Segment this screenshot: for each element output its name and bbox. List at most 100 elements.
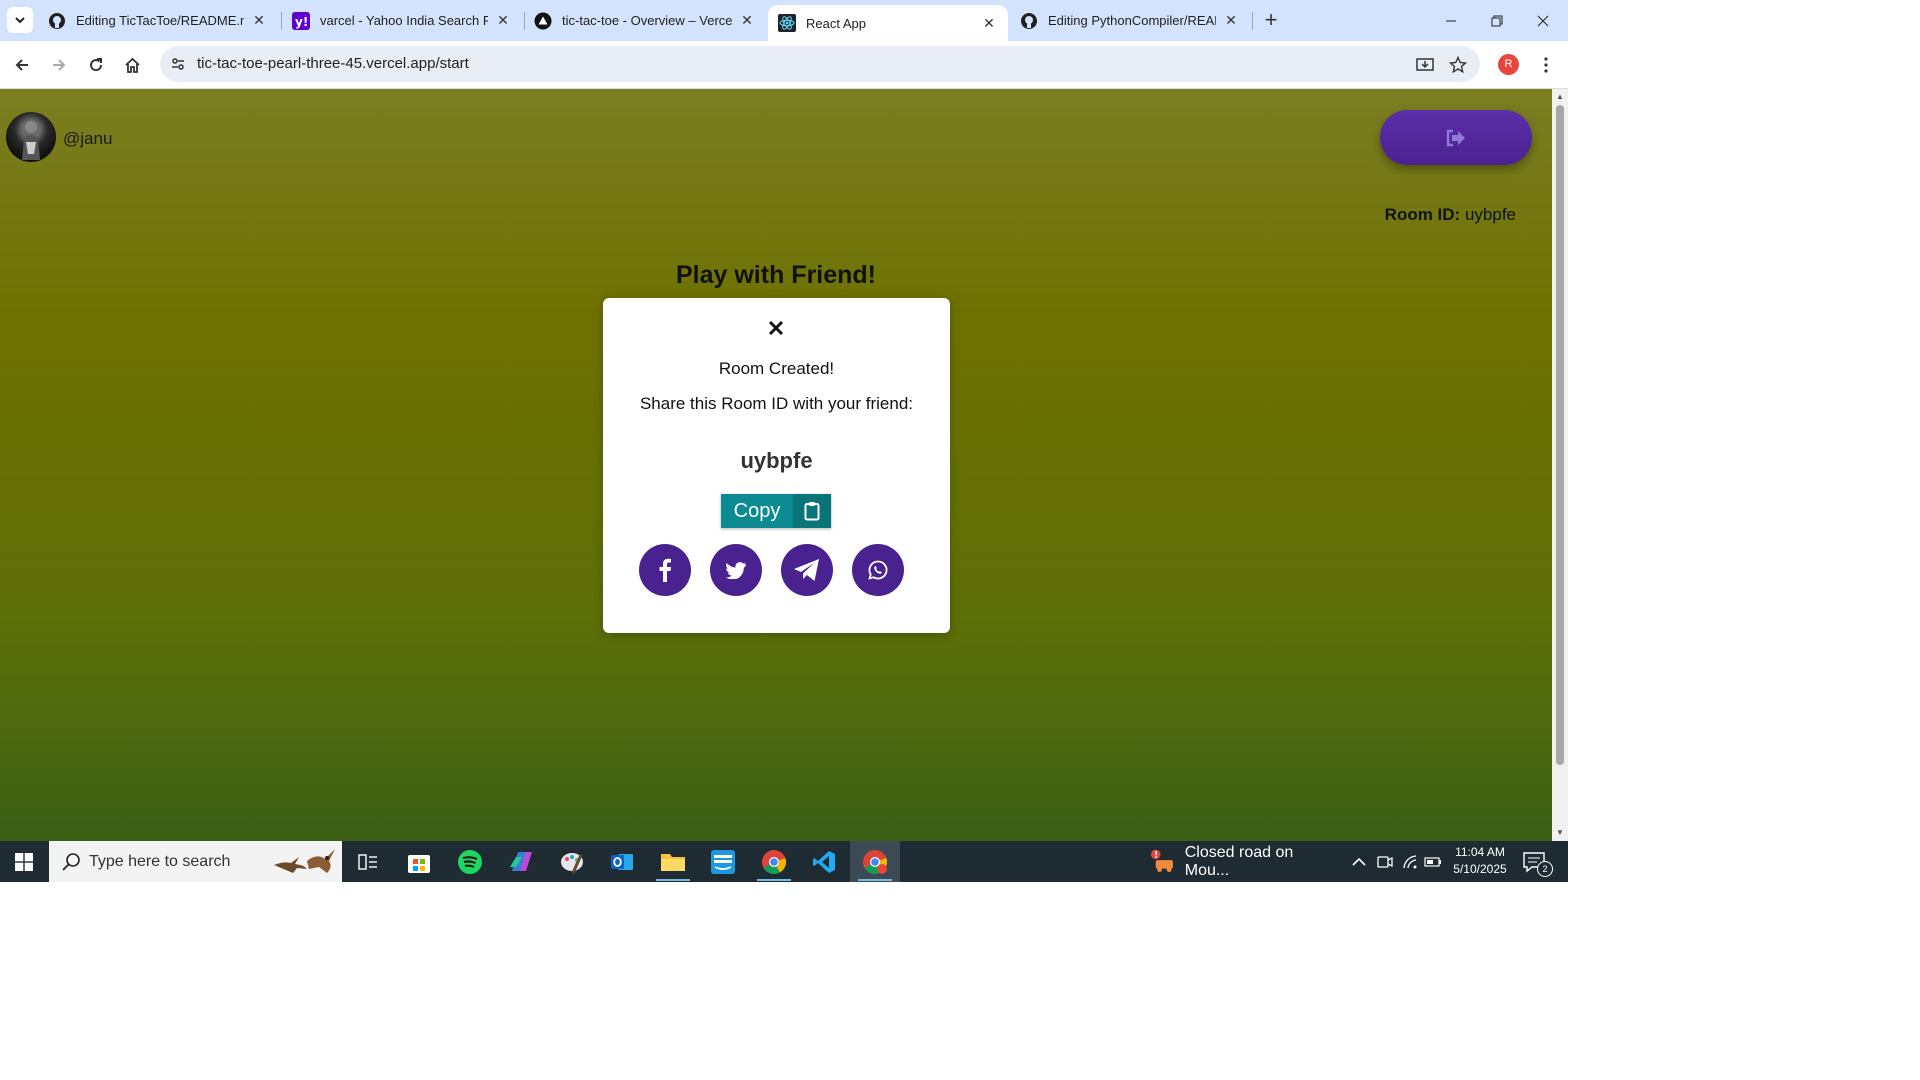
facebook-icon xyxy=(659,558,671,582)
tab-vercel-overview[interactable]: tic-tac-toe - Overview – Vercel ✕ xyxy=(524,0,766,41)
task-view-button[interactable] xyxy=(343,841,393,882)
url-text: tic-tac-toe-pearl-three-45.vercel.app/st… xyxy=(197,55,469,72)
minimize-button[interactable] xyxy=(1428,0,1474,41)
search-placeholder: Type here to search xyxy=(89,853,231,870)
whatsapp-icon xyxy=(868,560,888,580)
show-hidden-icons-button[interactable] xyxy=(1350,853,1368,871)
tab-search-button[interactable] xyxy=(7,7,33,33)
home-button[interactable] xyxy=(118,51,146,79)
taskbar-search[interactable]: Type here to search xyxy=(49,841,342,882)
spotify-icon xyxy=(458,849,482,874)
github-icon xyxy=(48,12,66,30)
site-info-icon[interactable] xyxy=(168,54,188,74)
username: @janu xyxy=(63,129,113,148)
tab-separator xyxy=(1252,12,1253,30)
close-icon xyxy=(1537,15,1549,26)
logout-button[interactable] xyxy=(1380,110,1532,165)
news-headline: Closed road on Mou... xyxy=(1184,843,1294,879)
arrow-right-icon xyxy=(53,59,66,71)
share-telegram-button[interactable] xyxy=(781,544,833,596)
taskbar-vscode[interactable] xyxy=(799,841,849,882)
reload-icon xyxy=(90,58,103,72)
share-facebook-button[interactable] xyxy=(639,544,691,596)
search-highlight-birds-icon xyxy=(274,849,335,873)
taskbar-file-explorer[interactable] xyxy=(648,841,698,882)
bookmark-star-icon[interactable] xyxy=(1448,55,1468,75)
close-tab-icon[interactable]: ✕ xyxy=(738,12,756,30)
clipboard-icon xyxy=(793,494,831,528)
room-id-display: Room ID: uybpfe xyxy=(1385,205,1516,225)
prime-video-icon xyxy=(711,849,735,874)
chevron-up-icon xyxy=(1352,857,1366,866)
new-tab-button[interactable]: + xyxy=(1259,8,1283,32)
share-whatsapp-button[interactable] xyxy=(852,544,904,596)
close-tab-icon[interactable]: ✕ xyxy=(494,12,512,30)
svg-text:y!: y! xyxy=(295,15,308,29)
scroll-down-icon[interactable]: ▼ xyxy=(1556,829,1564,837)
yahoo-icon: y! xyxy=(292,11,310,30)
forward-button[interactable] xyxy=(45,51,73,79)
tab-github-python[interactable]: Editing PythonCompiler/README.md ✕ xyxy=(1010,0,1250,41)
taskbar-spotify[interactable] xyxy=(445,841,495,882)
running-indicator xyxy=(858,879,892,881)
scroll-up-icon[interactable]: ▲ xyxy=(1556,93,1564,101)
taskbar-news-widget[interactable]: ! Closed road on Mou... xyxy=(1150,841,1335,882)
profile-avatar[interactable]: R xyxy=(1498,54,1519,75)
taskbar-clock[interactable]: 11:04 AM 5/10/2025 xyxy=(1440,844,1520,878)
modal-title: Room Created! xyxy=(718,359,835,378)
taskbar-m365[interactable] xyxy=(496,841,546,882)
install-app-icon[interactable] xyxy=(1415,55,1435,75)
tab-react-app[interactable]: React App ✕ xyxy=(768,5,1008,41)
start-button[interactable] xyxy=(0,841,48,882)
copy-label: Copy xyxy=(733,499,781,522)
close-window-button[interactable] xyxy=(1520,0,1566,41)
tab-yahoo-search[interactable]: y! varcel - Yahoo India Search Results ✕ xyxy=(282,0,522,41)
tab-title: varcel - Yahoo India Search Results xyxy=(320,13,488,28)
copy-button[interactable]: Copy xyxy=(721,494,831,528)
notification-count-badge: 2 xyxy=(1537,861,1553,877)
home-icon xyxy=(124,57,140,73)
back-button[interactable] xyxy=(8,51,36,79)
chrome-icon xyxy=(762,849,787,874)
scroll-thumb[interactable] xyxy=(1556,105,1564,765)
paint-icon xyxy=(561,852,583,874)
taskbar-outlook[interactable] xyxy=(597,841,647,882)
clock-time: 11:04 AM xyxy=(1455,845,1505,859)
traffic-alert-icon: ! xyxy=(1150,849,1173,872)
reload-button[interactable] xyxy=(82,51,110,79)
taskbar-microsoft-store[interactable] xyxy=(394,841,444,882)
restore-button[interactable] xyxy=(1474,0,1520,41)
page-scrollbar[interactable]: ▲ ▼ xyxy=(1552,89,1568,841)
room-code: uybpfe xyxy=(740,448,813,473)
more-vert-icon xyxy=(1544,57,1548,73)
wifi-icon[interactable] xyxy=(1401,853,1419,871)
room-created-modal: Room Created! Share this Room ID with yo… xyxy=(603,298,950,633)
store-icon xyxy=(408,854,430,873)
close-icon xyxy=(768,320,784,336)
close-tab-icon[interactable]: ✕ xyxy=(980,14,998,32)
address-bar[interactable]: tic-tac-toe-pearl-three-45.vercel.app/st… xyxy=(160,46,1480,82)
browser-menu-button[interactable] xyxy=(1536,53,1556,77)
tab-title: tic-tac-toe - Overview – Vercel xyxy=(562,13,732,28)
vscode-icon xyxy=(813,850,835,873)
room-id-value: uybpfe xyxy=(1464,205,1516,224)
taskbar-prime-video[interactable] xyxy=(698,841,748,882)
page-title: Play with Friend! xyxy=(675,261,877,289)
close-tab-icon[interactable]: ✕ xyxy=(250,12,268,30)
share-twitter-button[interactable] xyxy=(710,544,762,596)
svg-text:!: ! xyxy=(1154,850,1158,860)
taskbar-chrome-profile[interactable] xyxy=(850,841,900,882)
twitter-icon xyxy=(726,561,746,579)
browser-tab-strip: Editing TicTacToe/README.md at main ✕ y!… xyxy=(0,0,1568,41)
close-tab-icon[interactable]: ✕ xyxy=(1222,12,1240,30)
meet-now-icon[interactable] xyxy=(1376,853,1394,871)
taskbar-paint[interactable] xyxy=(547,841,597,882)
taskbar-chrome[interactable] xyxy=(749,841,799,882)
chrome-icon xyxy=(863,849,888,874)
minimize-icon xyxy=(1446,20,1456,21)
modal-close-button[interactable] xyxy=(765,317,787,339)
tab-github-readme[interactable]: Editing TicTacToe/README.md at main ✕ xyxy=(38,0,278,41)
arrow-left-icon xyxy=(15,59,28,71)
microsoft-365-icon xyxy=(510,851,532,871)
outlook-icon xyxy=(611,853,633,870)
